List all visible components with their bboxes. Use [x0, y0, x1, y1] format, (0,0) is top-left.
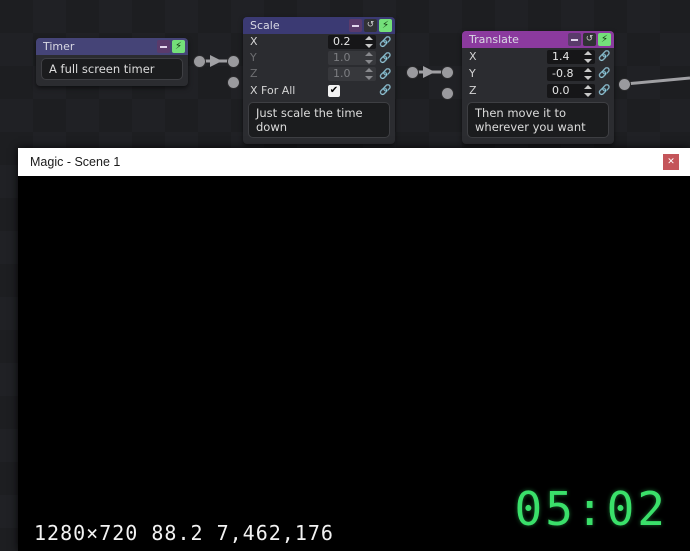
node-timer-header[interactable]: Timer ⚡ — [36, 38, 188, 55]
scale-row-x-for-all[interactable]: X For All ✔ 🔗 — [243, 82, 395, 99]
scale-row-x[interactable]: X 0.2 🔗 — [243, 34, 395, 50]
translate-label-y: Y — [469, 66, 476, 80]
node-scale-title: Scale — [250, 19, 280, 32]
lightning-bolt-icon[interactable]: ⚡ — [172, 40, 185, 53]
translate-stepper-z[interactable] — [583, 84, 592, 97]
link-icon[interactable]: 🔗 — [379, 84, 392, 98]
socket-scale-out[interactable] — [407, 67, 418, 78]
link-icon[interactable]: 🔗 — [379, 51, 392, 65]
scale-value-x: 0.2 — [333, 35, 351, 48]
timer-display: 05:02 — [514, 482, 668, 536]
minus-icon[interactable] — [349, 19, 362, 32]
socket-translate-in-2[interactable] — [442, 88, 453, 99]
scale-label-z: Z — [250, 67, 258, 80]
scale-stepper-y[interactable] — [364, 52, 373, 64]
link-icon[interactable]: 🔗 — [379, 35, 392, 49]
translate-row-x[interactable]: X 1.4 🔗 — [462, 48, 614, 65]
translate-row-y[interactable]: Y -0.8 🔗 — [462, 65, 614, 82]
app-window[interactable]: Magic - Scene 1 ✕ 05:02 1280×720 88.2 7,… — [18, 148, 690, 551]
scale-value-z: 1.0 — [333, 67, 351, 80]
translate-input-x[interactable]: 1.4 — [547, 49, 595, 64]
scale-row-z[interactable]: Z 1.0 🔗 — [243, 66, 395, 82]
link-icon[interactable]: 🔗 — [598, 50, 611, 64]
scale-value-y: 1.0 — [333, 51, 351, 64]
translate-stepper-x[interactable] — [583, 50, 592, 63]
socket-translate-out[interactable] — [619, 79, 630, 90]
node-translate[interactable]: Translate ↺ ⚡ X 1.4 🔗 Y -0.8 🔗 Z 0.0 🔗 T… — [462, 31, 614, 144]
socket-scale-in-2[interactable] — [228, 77, 239, 88]
translate-row-z[interactable]: Z 0.0 🔗 — [462, 82, 614, 99]
translate-value-y: -0.8 — [552, 66, 574, 80]
scale-input-z[interactable]: 1.0 — [328, 67, 376, 81]
minus-icon[interactable] — [157, 40, 170, 53]
link-icon[interactable]: 🔗 — [598, 84, 611, 98]
translate-value-x: 1.4 — [552, 49, 570, 63]
node-translate-body: X 1.4 🔗 Y -0.8 🔗 Z 0.0 🔗 Then move it to… — [462, 48, 614, 138]
socket-scale-in-1[interactable] — [228, 56, 239, 67]
translate-value-z: 0.0 — [552, 83, 570, 97]
node-scale-header[interactable]: Scale ↺ ⚡ — [243, 17, 395, 34]
translate-label-x: X — [469, 49, 477, 63]
node-scale-body: X 0.2 🔗 Y 1.0 🔗 Z 1.0 🔗 X For All ✔ 🔗 Ju… — [243, 34, 395, 138]
scene-canvas[interactable]: 05:02 1280×720 88.2 7,462,176 — [18, 176, 690, 551]
translate-label-z: Z — [469, 83, 477, 97]
node-scale-description[interactable]: Just scale the time down — [248, 102, 390, 138]
window-titlebar[interactable]: Magic - Scene 1 ✕ — [18, 148, 690, 176]
translate-input-z[interactable]: 0.0 — [547, 83, 595, 98]
scale-checkbox-wrap: ✔ — [328, 84, 376, 97]
scale-label-x-for-all: X For All — [250, 83, 296, 97]
scale-stepper-x[interactable] — [364, 36, 373, 48]
minus-icon[interactable] — [568, 33, 581, 46]
stats-overlay: 1280×720 88.2 7,462,176 — [34, 521, 334, 545]
scale-label-x: X — [250, 35, 258, 48]
node-translate-header-buttons: ↺ ⚡ — [568, 33, 611, 46]
scale-row-y[interactable]: Y 1.0 🔗 — [243, 50, 395, 66]
node-scale[interactable]: Scale ↺ ⚡ X 0.2 🔗 Y 1.0 🔗 Z 1.0 🔗 X For … — [243, 17, 395, 144]
lightning-bolt-icon[interactable]: ⚡ — [598, 33, 611, 46]
node-timer-body: A full screen timer — [36, 58, 188, 80]
checkbox-x-for-all[interactable]: ✔ — [328, 84, 340, 97]
socket-translate-in-1[interactable] — [442, 67, 453, 78]
node-timer-title: Timer — [43, 40, 75, 53]
link-icon[interactable]: 🔗 — [598, 67, 611, 81]
socket-timer-out[interactable] — [194, 56, 205, 67]
node-timer[interactable]: Timer ⚡ A full screen timer — [36, 38, 188, 86]
window-title: Magic - Scene 1 — [30, 155, 121, 169]
lightning-bolt-icon[interactable]: ⚡ — [379, 19, 392, 32]
translate-stepper-y[interactable] — [583, 67, 592, 80]
node-scale-header-buttons: ↺ ⚡ — [349, 19, 392, 32]
scale-stepper-z[interactable] — [364, 68, 373, 80]
refresh-circle-icon[interactable]: ↺ — [583, 33, 596, 46]
node-translate-header[interactable]: Translate ↺ ⚡ — [462, 31, 614, 48]
translate-input-y[interactable]: -0.8 — [547, 66, 595, 81]
refresh-circle-icon[interactable]: ↺ — [364, 19, 377, 32]
node-timer-header-buttons: ⚡ — [157, 40, 185, 53]
close-icon[interactable]: ✕ — [663, 154, 679, 170]
node-timer-description[interactable]: A full screen timer — [41, 58, 183, 80]
scale-input-x[interactable]: 0.2 — [328, 35, 376, 49]
node-translate-description[interactable]: Then move it to wherever you want — [467, 102, 609, 138]
scale-label-y: Y — [250, 51, 257, 64]
scale-input-y[interactable]: 1.0 — [328, 51, 376, 65]
node-translate-title: Translate — [469, 33, 519, 46]
link-icon[interactable]: 🔗 — [379, 67, 392, 81]
